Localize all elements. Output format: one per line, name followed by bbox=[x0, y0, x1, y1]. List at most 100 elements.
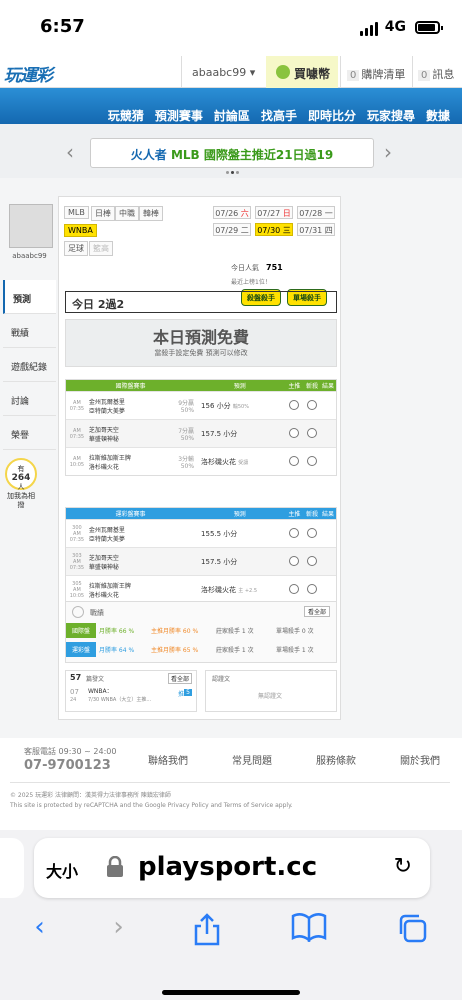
battery-icon bbox=[415, 21, 443, 34]
nav-item-data[interactable]: 數據 bbox=[426, 107, 450, 124]
nav-item-player-search[interactable]: 玩家搜尋 bbox=[367, 107, 415, 124]
nav-item-predict[interactable]: 預測賽事 bbox=[155, 107, 203, 124]
address-bar[interactable]: 大小 playsport.cc ↻ bbox=[34, 838, 430, 898]
home-radio[interactable] bbox=[284, 555, 304, 569]
kill-radio[interactable] bbox=[304, 455, 320, 469]
game-row: AM 07:35 金州瓦爾基里 亞特蘭大美夢 9分贏 50% 156 小分 輸50% bbox=[66, 391, 336, 419]
nav-item-guess[interactable]: 玩競猜 bbox=[108, 107, 144, 124]
game-odds: 9分贏 50% bbox=[178, 399, 195, 414]
share-icon[interactable] bbox=[192, 912, 222, 953]
message-link[interactable]: 0 訊息 bbox=[412, 56, 462, 88]
game-pick[interactable]: 157.5 小分 bbox=[195, 428, 284, 440]
kill-radio[interactable] bbox=[304, 399, 320, 413]
record-icon bbox=[72, 606, 84, 618]
league-tag-wnba[interactable]: WNBA bbox=[64, 224, 97, 237]
local-table-header: 運彩盤賽事 預測 主推 斬殺 結果 bbox=[66, 508, 336, 519]
kill-radio[interactable] bbox=[304, 583, 320, 597]
chevron-left-icon[interactable]: ‹ bbox=[66, 140, 74, 164]
game-row: 305 AM 10:05 拉斯維加斯王牌 洛杉磯火花 洛杉磯火花 主 +2.5 bbox=[66, 575, 336, 603]
free-title: 本日預測免費 bbox=[152, 328, 249, 347]
post-reply-label: 推 bbox=[177, 691, 184, 698]
date-tab[interactable]: 07/31 四 bbox=[297, 223, 335, 236]
date-tab[interactable]: 07/26 六 bbox=[213, 206, 251, 219]
nav-item-experts[interactable]: 找高手 bbox=[261, 107, 297, 124]
league-tag-npb[interactable]: 日棒 bbox=[91, 206, 115, 221]
game-odds bbox=[173, 533, 195, 535]
chevron-right-icon[interactable]: › bbox=[384, 140, 392, 164]
nav-item-live-score[interactable]: 即時比分 bbox=[308, 107, 356, 124]
result-cell bbox=[320, 433, 336, 435]
game-pick[interactable]: 155.5 小分 bbox=[195, 528, 284, 540]
game-odds: 3分輸 50% bbox=[178, 455, 195, 470]
league-tag-soccer[interactable]: 足球 bbox=[64, 241, 88, 256]
back-icon[interactable]: ‹ bbox=[34, 912, 44, 953]
site-logo[interactable]: 玩運彩 bbox=[4, 61, 53, 86]
follow-helper[interactable]: 有 264 人加我為相撥 bbox=[5, 458, 37, 509]
sidebar-item-record[interactable]: 戰績 bbox=[3, 314, 56, 348]
post-subtitle[interactable]: 7/30 WNBA（大立）主推... bbox=[88, 696, 151, 703]
home-radio[interactable] bbox=[284, 399, 304, 413]
sidebar-item-discuss[interactable]: 討論 bbox=[3, 382, 56, 416]
sidebar-item-game-log[interactable]: 遊戲紀錄 bbox=[3, 348, 56, 382]
game-teams: 金州瓦爾基里 亞特蘭大美夢 bbox=[88, 398, 125, 415]
posts-more-button[interactable]: 看全部 bbox=[167, 673, 192, 684]
date-tab[interactable]: 07/29 二 bbox=[213, 223, 251, 236]
sidebar-item-honor[interactable]: 榮譽 bbox=[3, 416, 56, 450]
home-radio[interactable] bbox=[284, 583, 304, 597]
cart-label: 購牌清單 bbox=[361, 68, 406, 81]
phone-number[interactable]: 07-9700123 bbox=[24, 758, 111, 773]
date-tab[interactable]: 07/27 日 bbox=[255, 206, 293, 219]
footer-link-about[interactable]: 關於我們 bbox=[400, 752, 440, 767]
kill-radio[interactable] bbox=[304, 427, 320, 441]
league-tag-mlb[interactable]: MLB bbox=[64, 206, 89, 219]
safari-nav-buttons: ‹ › bbox=[0, 912, 462, 953]
nav-item-forum[interactable]: 討論區 bbox=[214, 107, 250, 124]
local-summary-row: 運彩盤 月勝率 64 % 主推月勝率 65 % 莊家殺手 1 次 單場殺手 1 … bbox=[66, 642, 338, 657]
sidebar-username: abaabc99 bbox=[12, 252, 47, 260]
game-pick[interactable]: 洛杉磯火花 主 +2.5 bbox=[195, 584, 284, 596]
post-title[interactable]: WNBA： bbox=[88, 686, 113, 695]
home-radio[interactable] bbox=[284, 455, 304, 469]
tabs-icon[interactable] bbox=[396, 912, 428, 953]
footer-link-faq[interactable]: 常見問題 bbox=[232, 752, 272, 767]
url-text[interactable]: playsport.cc bbox=[138, 852, 317, 882]
promo-link[interactable]: 火人者 MLB 國際盤主推近21日過19 bbox=[90, 138, 374, 168]
post-reply-count: 5 bbox=[184, 689, 192, 696]
posts-count: 57 bbox=[70, 673, 82, 682]
home-radio[interactable] bbox=[284, 427, 304, 441]
user-menu[interactable]: abaabc99 ▾ bbox=[181, 56, 263, 88]
footer-link-terms[interactable]: 服務條款 bbox=[316, 752, 356, 767]
game-pick[interactable]: 洛杉磯火花 受讓 bbox=[195, 456, 284, 468]
home-radio[interactable] bbox=[284, 527, 304, 541]
kill-radio[interactable] bbox=[304, 555, 320, 569]
game-number-time: 305 AM 10:05 bbox=[69, 580, 85, 599]
intl-summary-row: 國際盤 月勝率 66 % 主推月勝率 60 % 莊家殺手 1 次 單場殺手 0 … bbox=[66, 623, 338, 638]
date-tab[interactable]: 07/28 一 bbox=[297, 206, 335, 219]
recent-ranking: 最近上榜1位！ bbox=[231, 279, 271, 286]
message-label: 訊息 bbox=[432, 68, 455, 81]
bookmarks-icon[interactable] bbox=[291, 912, 327, 953]
result-cell bbox=[320, 533, 336, 535]
reload-icon[interactable]: ↻ bbox=[394, 854, 412, 879]
sidebar-item-predict[interactable]: 預測 bbox=[3, 280, 56, 314]
page-size-button[interactable]: 大小 bbox=[46, 858, 78, 882]
prev-tab-peek[interactable] bbox=[0, 838, 24, 898]
record-more-button[interactable]: 看全部 bbox=[303, 606, 330, 617]
buy-coin-button[interactable]: 買噱幣 bbox=[266, 56, 338, 88]
forward-icon[interactable]: › bbox=[113, 912, 123, 953]
game-pick[interactable]: 157.5 小分 bbox=[195, 556, 284, 568]
game-odds bbox=[173, 561, 195, 563]
date-tab-selected[interactable]: 07/30 三 bbox=[255, 223, 293, 236]
league-tag-cpbl[interactable]: 中職 bbox=[115, 206, 139, 221]
game-pick[interactable]: 156 小分 輸50% bbox=[195, 400, 284, 412]
league-tag-kbo[interactable]: 韓棒 bbox=[139, 206, 163, 221]
kill-radio[interactable] bbox=[304, 527, 320, 541]
league-tag-hs-basketball[interactable]: 籃高 bbox=[89, 241, 113, 256]
cart-link[interactable]: 0 購牌清單 bbox=[340, 56, 410, 88]
network-label: 4G bbox=[384, 19, 406, 35]
game-number-time: 300 AM 07:35 bbox=[69, 524, 85, 543]
avatar[interactable] bbox=[9, 204, 53, 248]
game-row: 303 AM 07:35 芝加哥天空 華盛頓神秘 157.5 小分 bbox=[66, 547, 336, 575]
cart-count: 0 bbox=[347, 70, 360, 81]
footer-link-contact[interactable]: 聯絡我們 bbox=[148, 752, 188, 767]
